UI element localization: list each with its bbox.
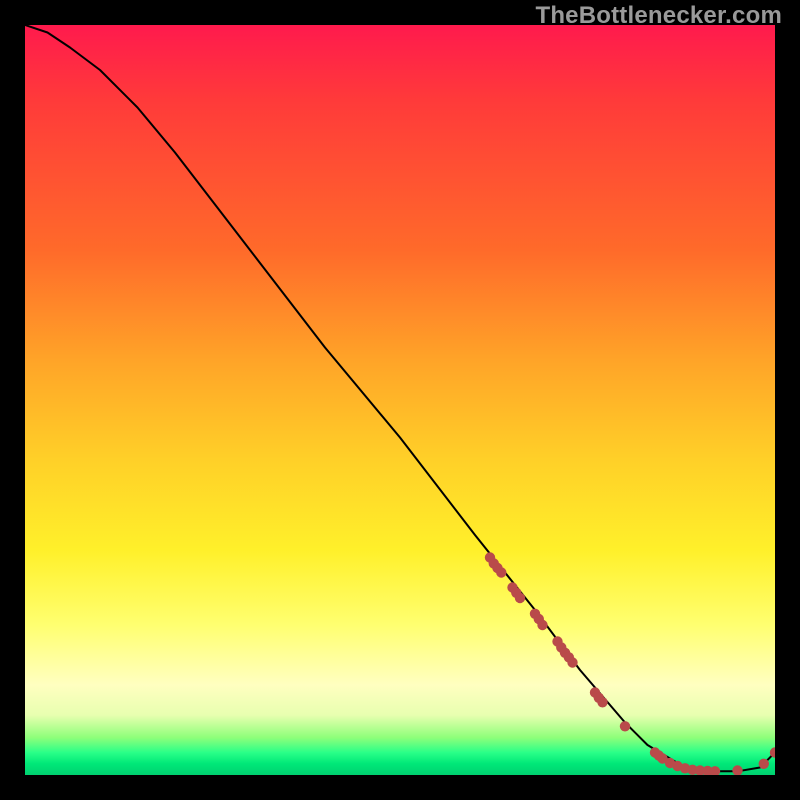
chart-stage: TheBottlenecker.com xyxy=(0,0,800,800)
gradient-background xyxy=(25,25,775,775)
plot-area xyxy=(25,25,775,775)
